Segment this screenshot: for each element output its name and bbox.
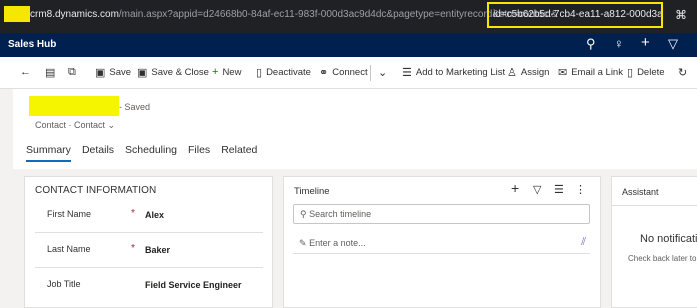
divider [370,65,371,81]
field-value[interactable]: Field Service Engineer [145,280,242,290]
connect-button[interactable]: ⚭ Connect [319,66,368,79]
redaction-box [4,6,30,22]
deactivate-label: Deactivate [266,67,311,78]
search-placeholder: Search timeline [309,209,372,219]
refresh-icon: ↻ [678,67,688,79]
assistant-empty-subtext: Check back later to s [628,254,697,263]
address-bar[interactable]: crm8.dynamics.com/main.aspx?appid=d24668… [0,0,697,33]
divider [612,205,697,206]
first-name-field[interactable]: First Name * Alex [35,199,263,233]
timeline-title: Timeline [294,186,330,197]
plus-icon: + [212,66,219,78]
search-icon: ⚲ [300,209,307,219]
deactivate-icon: ▯ [256,67,263,79]
person-icon: ♙ [507,67,517,79]
lightbulb-icon[interactable]: ♀ [614,36,624,51]
list-icon[interactable]: ☰ [554,183,564,196]
email-link-button[interactable]: ✉ Email a Link [558,66,623,79]
new-label: New [222,66,242,78]
field-value[interactable]: Baker [145,245,170,255]
contact-information-section: CONTACT INFORMATION First Name * Alex La… [24,176,273,308]
app-title[interactable]: Sales Hub [8,39,56,50]
note-input[interactable]: ✎ Enter a note... ⫽ [293,234,590,254]
timeline-search-input[interactable]: ⚲ Search timeline [293,204,590,224]
entity-form-selector[interactable]: Contact · Contact ⌄ [35,120,115,131]
form-header: - Saved Contact · Contact ⌄ Summary Deta… [13,89,697,169]
email-link-label: Email a Link [571,67,623,78]
required-marker: * [131,208,135,219]
new-button[interactable]: + New [212,66,241,78]
assign-button[interactable]: ♙ Assign [507,66,549,79]
field-value[interactable]: Alex [145,210,164,220]
deactivate-button[interactable]: ▯ Deactivate [256,66,311,79]
filter-icon[interactable]: ▽ [668,36,678,52]
tab-scheduling[interactable]: Scheduling [125,144,177,162]
delete-button[interactable]: ▯ Delete [627,66,665,79]
save-label: Save [109,67,132,78]
save-button[interactable]: ▣ Save [95,66,131,79]
assistant-empty-heading: No notificati [640,233,697,245]
add-marketing-list-button[interactable]: ☰ Add to Marketing List [402,66,505,79]
timeline-section: Timeline + ▽ ☰ ⋮ ⚲ Search timeline ✎ Ent… [283,176,601,308]
form-view-button[interactable]: ▤ [45,66,59,79]
more-icon[interactable]: ⋮ [575,183,586,196]
list-add-icon: ☰ [402,67,412,79]
app-header: Sales Hub ⚲ ♀ + ▽ [0,33,697,57]
tab-list: Summary Details Scheduling Files Related [26,144,268,162]
save-close-button[interactable]: ▣ Save & Close [137,66,209,79]
field-label: First Name [47,209,92,219]
refresh-button[interactable]: ↻ [678,66,691,79]
plus-icon[interactable]: + [511,180,519,196]
tab-summary[interactable]: Summary [26,144,71,162]
note-placeholder: Enter a note... [309,238,366,248]
command-bar: ← ▤ ⧉ ▣ Save ▣ Save & Close + New ▯ Deactiva… [0,57,697,89]
document-icon: ▤ [45,67,56,79]
last-name-field[interactable]: Last Name * Baker [35,234,263,268]
record-name-redaction [29,96,119,116]
field-label: Last Name [47,244,91,254]
required-marker: * [131,243,135,254]
save-icon: ▣ [95,67,106,79]
url-text[interactable]: crm8.dynamics.com/main.aspx?appid=d24668… [30,9,558,20]
chevron-down-icon: ⌄ [107,120,116,130]
email-icon: ✉ [558,67,568,79]
connect-icon: ⚭ [319,67,329,79]
back-button[interactable]: ← [20,66,35,78]
open-new-window-button[interactable]: ⧉ [68,66,80,79]
section-title: CONTACT INFORMATION [35,185,157,196]
grid-icon[interactable]: ⌘ [675,8,687,22]
assistant-title: Assistant [622,187,659,197]
delete-label: Delete [637,67,665,78]
plus-icon[interactable]: + [641,34,650,51]
pencil-icon: ✎ [299,238,307,248]
tab-related[interactable]: Related [221,144,257,162]
assistant-section: Assistant No notificati Check back later… [611,176,697,308]
url-host: crm8.dynamics.com [30,9,119,20]
connect-dropdown[interactable]: ⌄ [378,66,391,79]
job-title-field[interactable]: Job Title Field Service Engineer [35,269,263,303]
saved-status: - Saved [119,102,151,112]
filter-icon[interactable]: ▽ [533,183,541,196]
back-arrow-icon: ← [20,66,31,78]
add-marketing-label: Add to Marketing List [415,67,506,78]
tab-details[interactable]: Details [82,144,114,162]
entity-line-text: Contact · Contact [35,120,106,130]
attachment-icon[interactable]: ⫽ [581,236,586,249]
assign-label: Assign [520,67,550,78]
popout-icon: ⧉ [68,66,76,78]
field-label: Job Title [47,279,81,289]
connect-label: Connect [332,67,368,78]
chevron-down-icon: ⌄ [378,67,388,79]
tab-files[interactable]: Files [188,144,210,162]
search-icon[interactable]: ⚲ [586,36,596,52]
url-highlighted-id: id=c5b62b5d-7cb4-ea11-a812-000d3a8b3ec6 [487,2,663,28]
save-close-label: Save & Close [151,67,209,78]
save-close-icon: ▣ [137,67,148,79]
trash-icon: ▯ [627,67,634,79]
